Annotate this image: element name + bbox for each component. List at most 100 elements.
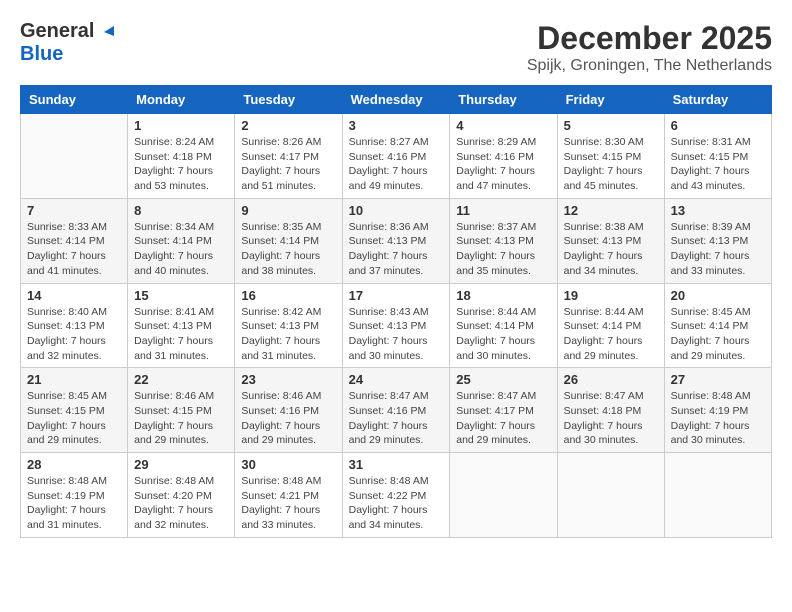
- calendar-header-tuesday: Tuesday: [235, 86, 342, 114]
- calendar-cell: 7 Sunrise: 8:33 AM Sunset: 4:14 PM Daylig…: [21, 198, 128, 283]
- day-number: 12: [564, 203, 658, 218]
- calendar-header-monday: Monday: [128, 86, 235, 114]
- calendar-table: SundayMondayTuesdayWednesdayThursdayFrid…: [20, 85, 772, 538]
- day-info: Sunrise: 8:34 AM Sunset: 4:14 PM Dayligh…: [134, 220, 228, 279]
- day-info: Sunrise: 8:48 AM Sunset: 4:20 PM Dayligh…: [134, 474, 228, 533]
- day-number: 25: [456, 372, 550, 387]
- day-info: Sunrise: 8:47 AM Sunset: 4:16 PM Dayligh…: [349, 389, 444, 448]
- day-number: 19: [564, 288, 658, 303]
- calendar-cell: 19 Sunrise: 8:44 AM Sunset: 4:14 PM Dayli…: [557, 283, 664, 368]
- day-info: Sunrise: 8:44 AM Sunset: 4:14 PM Dayligh…: [564, 305, 658, 364]
- day-number: 14: [27, 288, 121, 303]
- day-number: 24: [349, 372, 444, 387]
- day-info: Sunrise: 8:27 AM Sunset: 4:16 PM Dayligh…: [349, 135, 444, 194]
- calendar-cell: [557, 453, 664, 538]
- calendar-cell: [21, 114, 128, 199]
- day-number: 31: [349, 457, 444, 472]
- day-number: 13: [671, 203, 765, 218]
- logo-blue-text: Blue: [20, 43, 63, 65]
- day-number: 21: [27, 372, 121, 387]
- calendar-cell: 27 Sunrise: 8:48 AM Sunset: 4:19 PM Dayli…: [664, 368, 771, 453]
- logo-general-text: General: [20, 20, 94, 43]
- day-number: 2: [241, 118, 335, 133]
- calendar-cell: 6Sunrise: 8:31 AM Sunset: 4:15 PM Daylig…: [664, 114, 771, 199]
- calendar-cell: 5Sunrise: 8:30 AM Sunset: 4:15 PM Daylig…: [557, 114, 664, 199]
- calendar-cell: 18 Sunrise: 8:44 AM Sunset: 4:14 PM Dayli…: [450, 283, 557, 368]
- calendar-header-saturday: Saturday: [664, 86, 771, 114]
- calendar-cell: 30 Sunrise: 8:48 AM Sunset: 4:21 PM Dayli…: [235, 453, 342, 538]
- day-number: 15: [134, 288, 228, 303]
- calendar-cell: 3 Sunrise: 8:27 AM Sunset: 4:16 PM Daylig…: [342, 114, 450, 199]
- day-info: Sunrise: 8:37 AM Sunset: 4:13 PM Dayligh…: [456, 220, 550, 279]
- calendar-cell: 2 Sunrise: 8:26 AM Sunset: 4:17 PM Daylig…: [235, 114, 342, 199]
- day-number: 7: [27, 203, 121, 218]
- day-number: 23: [241, 372, 335, 387]
- calendar-cell: [664, 453, 771, 538]
- calendar-cell: 1 Sunrise: 8:24 AM Sunset: 4:18 PM Daylig…: [128, 114, 235, 199]
- location-title: Spijk, Groningen, The Netherlands: [527, 57, 772, 75]
- day-info: Sunrise: 8:48 AM Sunset: 4:22 PM Dayligh…: [349, 474, 444, 533]
- calendar-cell: 12 Sunrise: 8:38 AM Sunset: 4:13 PM Dayli…: [557, 198, 664, 283]
- day-number: 8: [134, 203, 228, 218]
- logo: General Blue: [20, 20, 114, 66]
- calendar-cell: 21 Sunrise: 8:45 AM Sunset: 4:15 PM Dayli…: [21, 368, 128, 453]
- day-number: 3: [349, 118, 444, 133]
- day-info: Sunrise: 8:48 AM Sunset: 4:21 PM Dayligh…: [241, 474, 335, 533]
- calendar-header-row: SundayMondayTuesdayWednesdayThursdayFrid…: [21, 86, 772, 114]
- day-info: Sunrise: 8:39 AM Sunset: 4:13 PM Dayligh…: [671, 220, 765, 279]
- day-info: Sunrise: 8:26 AM Sunset: 4:17 PM Dayligh…: [241, 135, 335, 194]
- day-number: 18: [456, 288, 550, 303]
- day-number: 27: [671, 372, 765, 387]
- day-info: Sunrise: 8:31 AM Sunset: 4:15 PM Dayligh…: [671, 135, 765, 194]
- day-info: Sunrise: 8:33 AM Sunset: 4:14 PM Dayligh…: [27, 220, 121, 279]
- page-header: General Blue December 2025 Spijk, Gronin…: [20, 20, 772, 75]
- day-info: Sunrise: 8:42 AM Sunset: 4:13 PM Dayligh…: [241, 305, 335, 364]
- day-info: Sunrise: 8:36 AM Sunset: 4:13 PM Dayligh…: [349, 220, 444, 279]
- calendar-cell: 29 Sunrise: 8:48 AM Sunset: 4:20 PM Dayli…: [128, 453, 235, 538]
- day-info: Sunrise: 8:40 AM Sunset: 4:13 PM Dayligh…: [27, 305, 121, 364]
- calendar-cell: 17 Sunrise: 8:43 AM Sunset: 4:13 PM Dayli…: [342, 283, 450, 368]
- day-number: 4: [456, 118, 550, 133]
- day-number: 30: [241, 457, 335, 472]
- day-info: Sunrise: 8:47 AM Sunset: 4:18 PM Dayligh…: [564, 389, 658, 448]
- day-info: Sunrise: 8:43 AM Sunset: 4:13 PM Dayligh…: [349, 305, 444, 364]
- day-number: 26: [564, 372, 658, 387]
- day-info: Sunrise: 8:45 AM Sunset: 4:15 PM Dayligh…: [27, 389, 121, 448]
- calendar-cell: 26 Sunrise: 8:47 AM Sunset: 4:18 PM Dayli…: [557, 368, 664, 453]
- calendar-cell: 14 Sunrise: 8:40 AM Sunset: 4:13 PM Dayli…: [21, 283, 128, 368]
- month-title: December 2025: [527, 20, 772, 57]
- day-number: 20: [671, 288, 765, 303]
- title-area: December 2025 Spijk, Groningen, The Neth…: [527, 20, 772, 75]
- calendar-cell: 16Sunrise: 8:42 AM Sunset: 4:13 PM Dayli…: [235, 283, 342, 368]
- day-number: 17: [349, 288, 444, 303]
- day-info: Sunrise: 8:38 AM Sunset: 4:13 PM Dayligh…: [564, 220, 658, 279]
- calendar-cell: 28Sunrise: 8:48 AM Sunset: 4:19 PM Dayli…: [21, 453, 128, 538]
- day-info: Sunrise: 8:44 AM Sunset: 4:14 PM Dayligh…: [456, 305, 550, 364]
- day-info: Sunrise: 8:46 AM Sunset: 4:15 PM Dayligh…: [134, 389, 228, 448]
- calendar-cell: [450, 453, 557, 538]
- calendar-week-2: 7 Sunrise: 8:33 AM Sunset: 4:14 PM Daylig…: [21, 198, 772, 283]
- day-info: Sunrise: 8:29 AM Sunset: 4:16 PM Dayligh…: [456, 135, 550, 194]
- day-number: 1: [134, 118, 228, 133]
- day-number: 5: [564, 118, 658, 133]
- calendar-cell: 20Sunrise: 8:45 AM Sunset: 4:14 PM Dayli…: [664, 283, 771, 368]
- calendar-header-sunday: Sunday: [21, 86, 128, 114]
- day-info: Sunrise: 8:48 AM Sunset: 4:19 PM Dayligh…: [27, 474, 121, 533]
- calendar-cell: 4 Sunrise: 8:29 AM Sunset: 4:16 PM Daylig…: [450, 114, 557, 199]
- day-info: Sunrise: 8:41 AM Sunset: 4:13 PM Dayligh…: [134, 305, 228, 364]
- calendar-cell: 24 Sunrise: 8:47 AM Sunset: 4:16 PM Dayli…: [342, 368, 450, 453]
- day-info: Sunrise: 8:24 AM Sunset: 4:18 PM Dayligh…: [134, 135, 228, 194]
- calendar-header-friday: Friday: [557, 86, 664, 114]
- calendar-cell: 13 Sunrise: 8:39 AM Sunset: 4:13 PM Dayli…: [664, 198, 771, 283]
- day-info: Sunrise: 8:47 AM Sunset: 4:17 PM Dayligh…: [456, 389, 550, 448]
- day-number: 11: [456, 203, 550, 218]
- calendar-week-3: 14 Sunrise: 8:40 AM Sunset: 4:13 PM Dayli…: [21, 283, 772, 368]
- day-info: Sunrise: 8:48 AM Sunset: 4:19 PM Dayligh…: [671, 389, 765, 448]
- day-info: Sunrise: 8:35 AM Sunset: 4:14 PM Dayligh…: [241, 220, 335, 279]
- day-number: 29: [134, 457, 228, 472]
- calendar-cell: 11 Sunrise: 8:37 AM Sunset: 4:13 PM Dayli…: [450, 198, 557, 283]
- calendar-week-5: 28Sunrise: 8:48 AM Sunset: 4:19 PM Dayli…: [21, 453, 772, 538]
- calendar-header-thursday: Thursday: [450, 86, 557, 114]
- calendar-cell: 8 Sunrise: 8:34 AM Sunset: 4:14 PM Daylig…: [128, 198, 235, 283]
- calendar-cell: 15 Sunrise: 8:41 AM Sunset: 4:13 PM Dayli…: [128, 283, 235, 368]
